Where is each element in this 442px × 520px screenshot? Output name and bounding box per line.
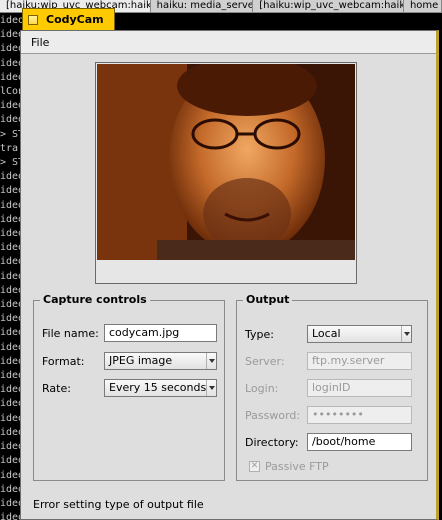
password-input[interactable]: ••••••••	[307, 406, 412, 424]
type-menu-value: Local	[312, 327, 341, 340]
password-label: Password:	[245, 409, 301, 422]
menu-file[interactable]: File	[31, 36, 49, 49]
server-label: Server:	[245, 355, 285, 368]
passive-ftp-label: Passive FTP	[265, 460, 329, 473]
webcam-image	[97, 64, 355, 260]
file-name-label: File name:	[42, 327, 99, 340]
close-icon[interactable]	[28, 14, 38, 25]
directory-label: Directory:	[245, 436, 299, 449]
terminal-tab[interactable]: [haiku:wip_uvc_webcam:haiku]	[253, 0, 404, 12]
login-label: Login:	[245, 382, 279, 395]
chevron-down-icon	[401, 326, 411, 342]
window-content: Capture controls File name: codycam.jpg …	[21, 54, 436, 519]
output-group: Output Type: Local Server: ftp.my.server…	[236, 293, 428, 481]
file-name-input[interactable]: codycam.jpg	[104, 324, 217, 342]
server-input[interactable]: ftp.my.server	[307, 352, 412, 370]
format-menu[interactable]: JPEG image	[104, 352, 217, 370]
window-title: CodyCam	[46, 13, 104, 26]
type-menu[interactable]: Local	[307, 325, 412, 343]
capture-controls-group: Capture controls File name: codycam.jpg …	[33, 293, 225, 481]
rate-label: Rate:	[42, 382, 71, 395]
passive-ftp-checkbox[interactable]: ✕	[249, 461, 260, 472]
window-title-tab[interactable]: CodyCam	[22, 8, 115, 30]
rate-menu-value: Every 15 seconds	[109, 381, 207, 394]
login-input[interactable]: loginID	[307, 379, 412, 397]
format-menu-value: JPEG image	[109, 354, 173, 367]
terminal-tab[interactable]: haiku: media_server	[151, 0, 254, 12]
terminal-tab[interactable]: home	[404, 0, 442, 12]
directory-input[interactable]: /boot/home	[307, 433, 412, 451]
output-legend: Output	[243, 293, 293, 306]
chevron-down-icon	[206, 380, 216, 396]
video-view	[95, 62, 357, 284]
capture-controls-legend: Capture controls	[40, 293, 150, 306]
webcam-face-image	[97, 64, 355, 260]
type-label: Type:	[245, 328, 274, 341]
rate-menu[interactable]: Every 15 seconds	[104, 379, 217, 397]
menu-bar: File	[21, 31, 436, 54]
codycam-window: File Capture controls File name: codycam…	[20, 30, 439, 520]
status-text: Error setting type of output file	[33, 498, 204, 511]
chevron-down-icon	[206, 353, 216, 369]
format-label: Format:	[42, 355, 85, 368]
